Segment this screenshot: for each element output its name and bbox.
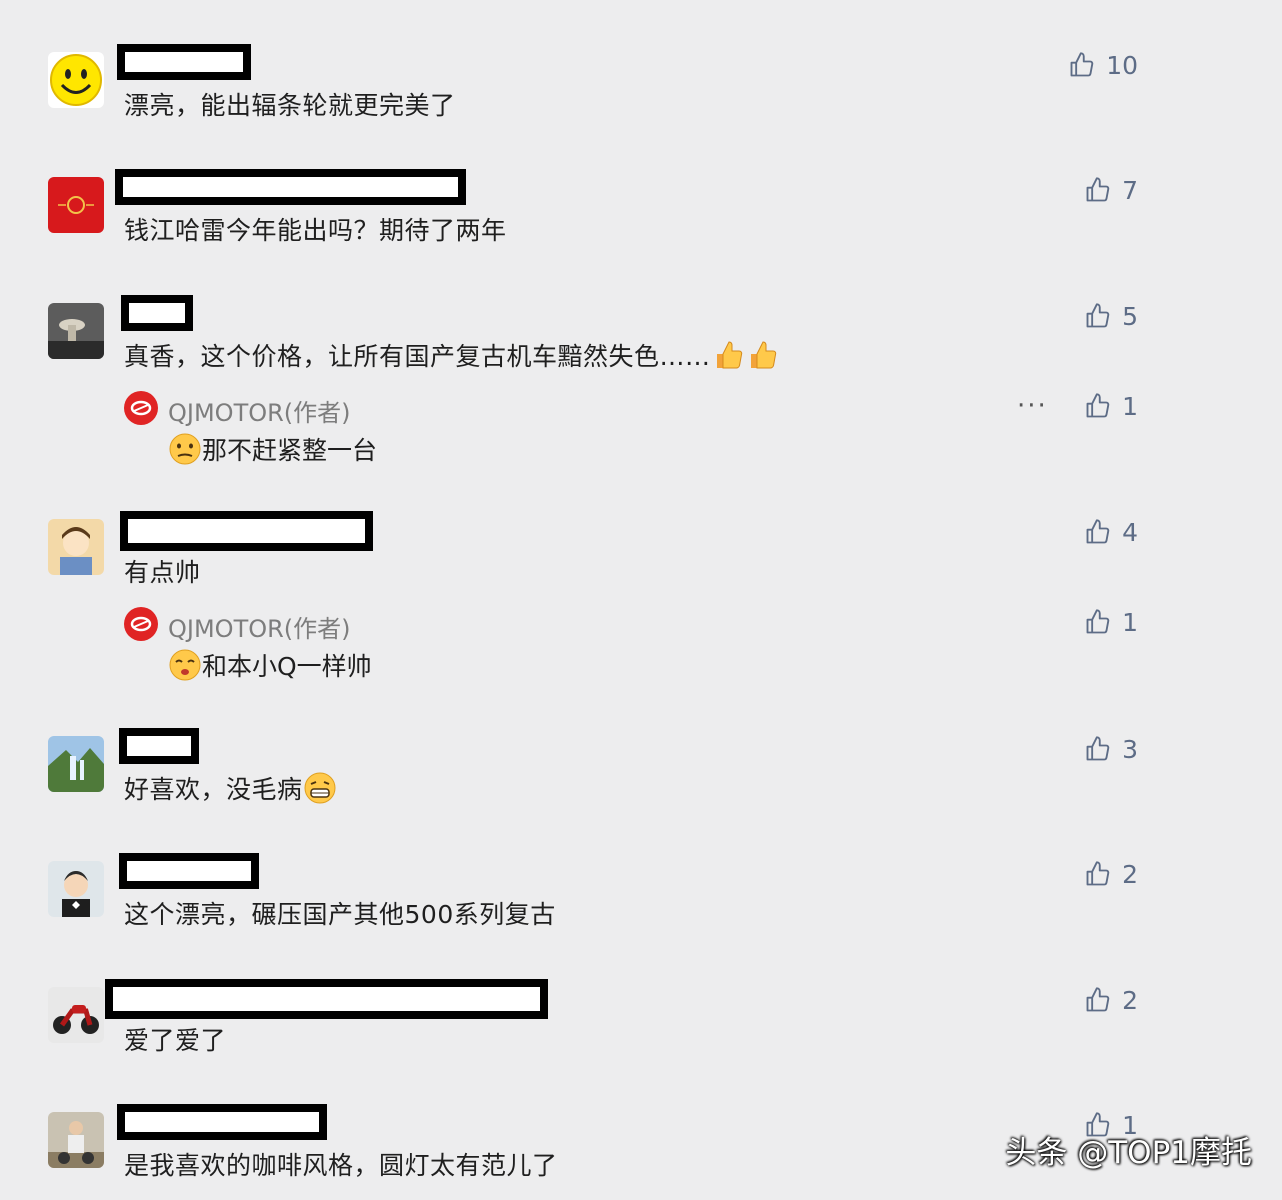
redacted-username [119, 728, 199, 764]
rider-photo-icon[interactable] [48, 1112, 104, 1168]
smug-emoji-icon [169, 649, 201, 681]
like-count: 2 [1122, 859, 1138, 889]
comment-text: 是我喜欢的咖啡风格，圆灯太有范儿了 [124, 1151, 558, 1180]
like-count: 1 [1122, 391, 1138, 421]
motorcycle-icon[interactable] [48, 987, 104, 1043]
comment-text: 漂亮，能出辐条轮就更完美了 [124, 91, 456, 120]
like-button[interactable]: 1 [1048, 389, 1138, 423]
thumbs-up-icon [1086, 393, 1110, 418]
redacted-username [105, 979, 548, 1019]
comment-text: 这个漂亮，碾压国产其他500系列复古 [124, 900, 556, 929]
like-count: 3 [1122, 734, 1138, 764]
thumbs-up-icon [1070, 52, 1094, 77]
thinking-emoji-icon [169, 433, 201, 465]
like-button[interactable]: 3 [1048, 732, 1138, 766]
like-button[interactable]: 10 [1048, 48, 1138, 82]
thumbs-up-emoji-icon [716, 341, 742, 369]
comment-item: 漂亮，能出辐条轮就更完美了 10 [0, 44, 1282, 120]
like-count: 5 [1122, 301, 1138, 331]
comment-item: 有点帅 4 QJMOTOR(作者) 和本小Q一样帅 1 [0, 511, 1282, 681]
thumbs-up-emoji-icon [750, 341, 776, 369]
reply-author[interactable]: QJMOTOR(作者) [168, 393, 351, 428]
smiley-face-icon[interactable] [48, 52, 104, 108]
cartoon-boy-icon[interactable] [48, 519, 104, 575]
redacted-username [120, 511, 373, 551]
like-button[interactable]: 4 [1048, 515, 1138, 549]
comment-item: 是我喜欢的咖啡风格，圆灯太有范儿了 1 [0, 1104, 1282, 1180]
photo-avatar-icon[interactable] [48, 303, 104, 359]
like-button[interactable]: 5 [1048, 299, 1138, 333]
thumbs-up-icon [1086, 736, 1110, 761]
landscape-icon[interactable] [48, 736, 104, 792]
like-count: 4 [1122, 517, 1138, 547]
qjmotor-logo-icon[interactable] [124, 391, 158, 425]
thumbs-up-icon [1086, 861, 1110, 886]
redacted-username [119, 853, 259, 889]
comment-item: 好喜欢，没毛病 3 [0, 728, 1282, 804]
comment-text: 钱江哈雷今年能出吗？期待了两年 [124, 216, 507, 245]
comment-text: 有点帅 [124, 558, 201, 587]
like-count: 7 [1122, 175, 1138, 205]
cartoon-man-icon[interactable] [48, 861, 104, 917]
reply-text: 那不赶紧整一台 [168, 431, 377, 467]
grinning-emoji-icon [304, 772, 336, 804]
redacted-username [115, 169, 466, 205]
comment-item: 爱了爱了 2 [0, 979, 1282, 1055]
thumbs-up-icon [1086, 177, 1110, 202]
comment-text: 好喜欢，没毛病 [124, 770, 337, 806]
comment-item: 这个漂亮，碾压国产其他500系列复古 2 [0, 853, 1282, 929]
comment-text: 真香，这个价格，让所有国产复古机车黯然失色…… [124, 337, 779, 373]
redacted-username [121, 295, 193, 331]
thumbs-up-icon [1086, 519, 1110, 544]
comment-item: 真香，这个价格，让所有国产复古机车黯然失色…… 5 QJMOTOR(作者) 那不… [0, 295, 1282, 465]
like-count: 10 [1106, 50, 1138, 80]
thumbs-up-icon [1086, 303, 1110, 328]
like-button[interactable]: 7 [1048, 173, 1138, 207]
like-button[interactable]: 2 [1048, 857, 1138, 891]
like-count: 2 [1122, 985, 1138, 1015]
redacted-username [117, 1104, 327, 1140]
thumbs-up-icon [1086, 609, 1110, 634]
like-button[interactable]: 2 [1048, 983, 1138, 1017]
comment-text: 爱了爱了 [124, 1026, 227, 1055]
like-button[interactable]: 1 [1048, 605, 1138, 639]
like-count: 1 [1122, 607, 1138, 637]
reply-text: 和本小Q一样帅 [168, 647, 372, 683]
redacted-username [117, 44, 251, 80]
comment-item: 钱江哈雷今年能出吗？期待了两年 7 [0, 169, 1282, 245]
watermark: 头条 @TOP1摩托 [1005, 1135, 1252, 1171]
more-options-icon[interactable]: ··· [1017, 391, 1048, 421]
qjmotor-logo-icon[interactable] [124, 607, 158, 641]
reply-author[interactable]: QJMOTOR(作者) [168, 609, 351, 644]
thumbs-up-icon [1086, 987, 1110, 1012]
red-emblem-icon[interactable] [48, 177, 104, 233]
